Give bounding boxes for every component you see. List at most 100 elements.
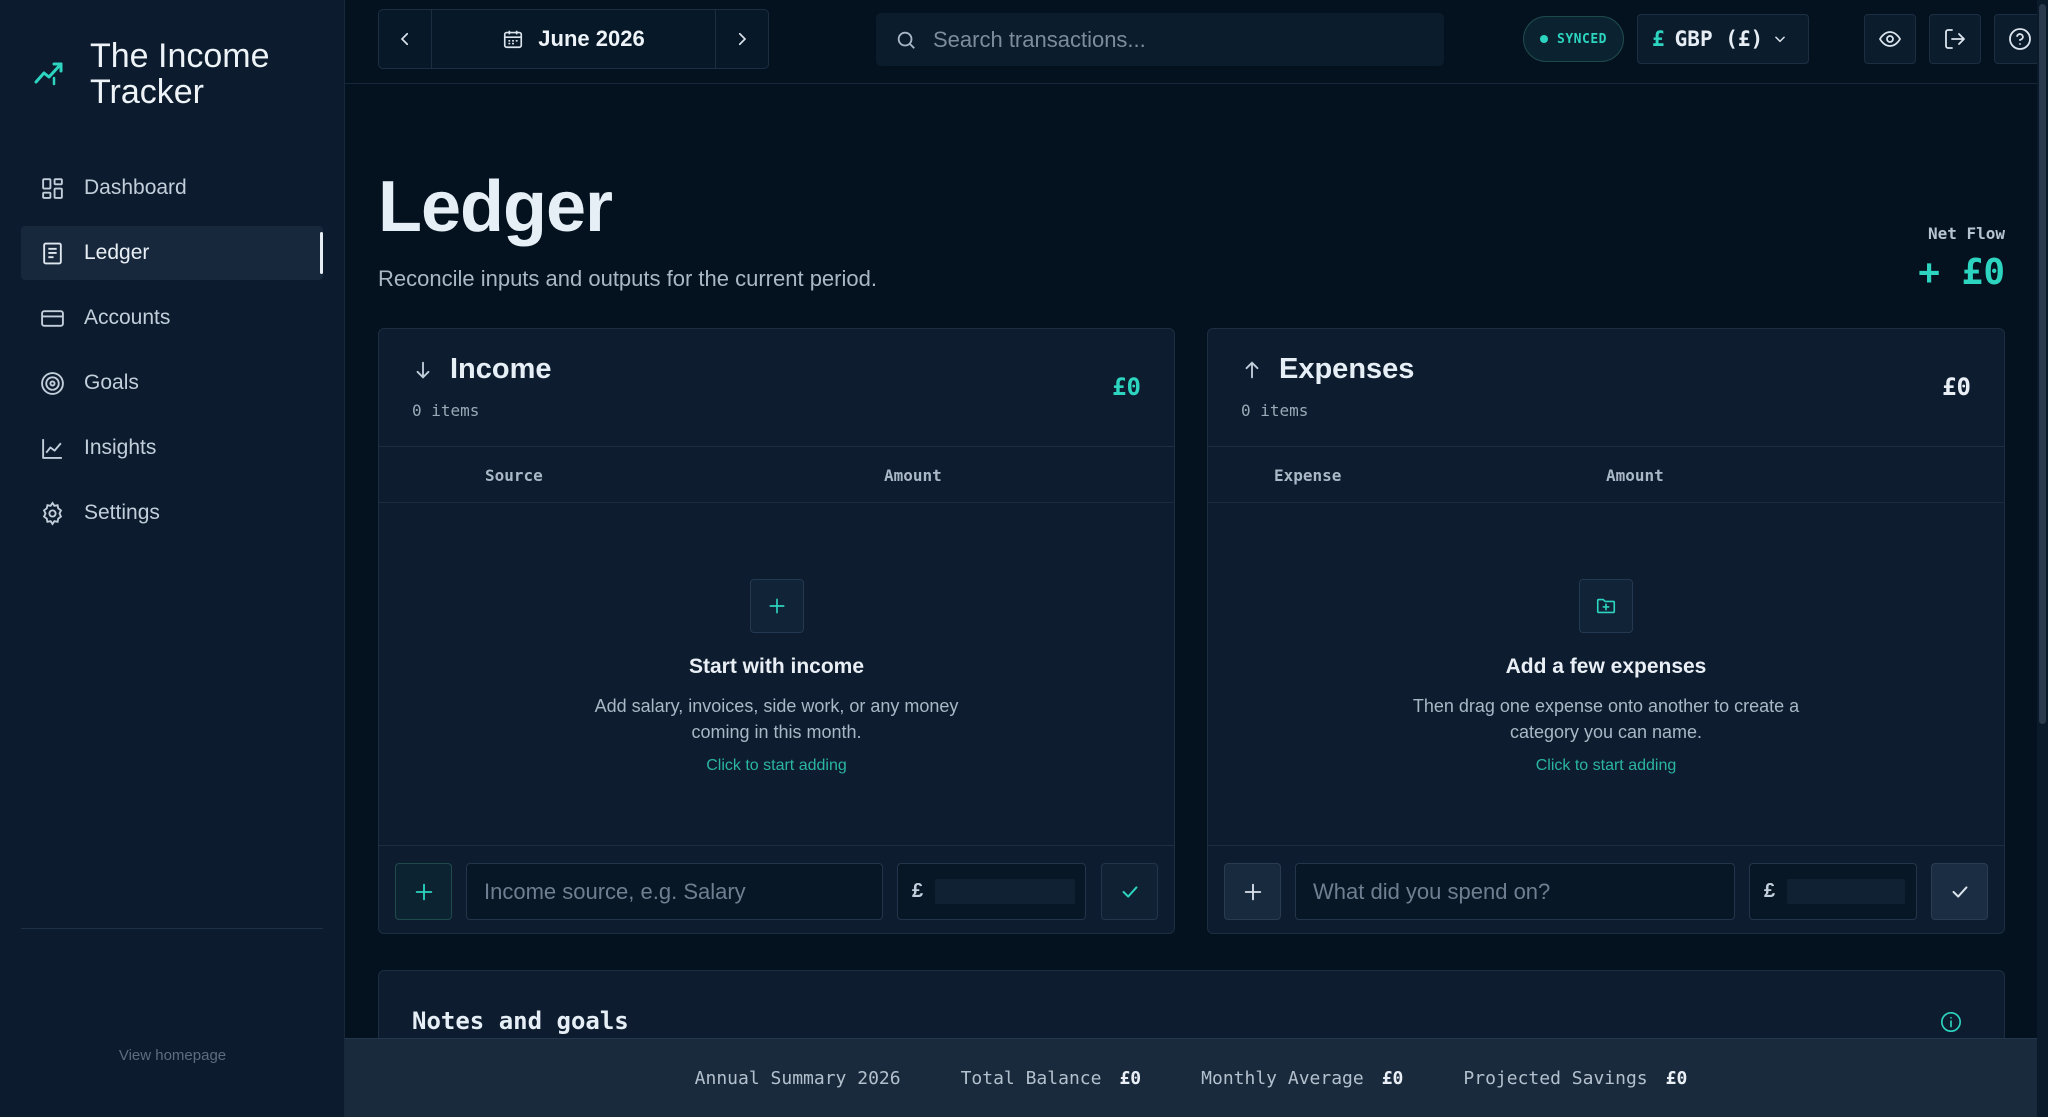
add-expense-empty-button[interactable] — [1579, 579, 1633, 633]
calendar-icon — [502, 28, 524, 50]
monthly-average-value: £0 — [1381, 1067, 1404, 1089]
status-dot — [1540, 35, 1549, 43]
logout-button[interactable] — [1929, 14, 1981, 64]
sidebar-item-label: Insights — [84, 436, 157, 459]
add-income-empty-button[interactable] — [749, 579, 804, 633]
projected-savings-label: Projected Savings — [1463, 1067, 1648, 1089]
info-icon — [1940, 1011, 1962, 1033]
confirm-expense-button[interactable] — [1931, 863, 1988, 920]
currency-symbol: £ — [1764, 880, 1776, 902]
sidebar: The Income Tracker Dashboard Ledger Acco… — [0, 0, 345, 1117]
income-empty-state: Start with income Add salary, invoices, … — [379, 579, 1174, 775]
sidebar-item-goals[interactable]: Goals — [21, 356, 323, 410]
annual-summary-label: Annual Summary 2026 — [694, 1067, 901, 1089]
search-input[interactable] — [933, 26, 1433, 53]
annual-summary-bar: Annual Summary 2026 Total Balance £0 Mont… — [345, 1038, 2037, 1117]
empty-title: Start with income — [688, 655, 865, 678]
arrow-down-icon — [412, 359, 434, 381]
confirm-income-button[interactable] — [1101, 863, 1158, 920]
start-adding-expenses-link[interactable]: Click to start adding — [1208, 757, 2004, 775]
total-balance: Total Balance £0 — [961, 1068, 1142, 1089]
income-title-text: Income — [450, 353, 552, 385]
view-homepage-link[interactable]: View homepage — [0, 1047, 345, 1064]
empty-text: Then drag one expense onto another to cr… — [1412, 696, 1800, 742]
sidebar-item-label: Settings — [84, 501, 160, 524]
income-add-row: £ — [379, 845, 1174, 933]
plus-icon — [413, 881, 435, 903]
page-subtitle: Reconcile inputs and outputs for the cur… — [378, 266, 877, 291]
app-title: The Income Tracker — [90, 37, 270, 111]
currency-symbol: £ — [912, 880, 924, 902]
page-title: Ledger — [378, 167, 613, 247]
chart-icon — [40, 436, 65, 461]
currency-select[interactable]: £ GBP (£) — [1637, 14, 1809, 64]
sync-status-text: SYNCED — [1557, 31, 1607, 47]
income-column-headers: Source Amount — [379, 447, 1174, 503]
current-month: June 2026 — [538, 26, 645, 51]
plus-icon — [767, 596, 787, 616]
add-income-button[interactable] — [395, 863, 452, 920]
expense-amount-field[interactable]: £ — [1749, 863, 1917, 920]
total-balance-value: £0 — [1119, 1067, 1142, 1089]
previous-month-button[interactable] — [379, 10, 432, 68]
chevron-down-icon — [1773, 32, 1787, 46]
expense-description-input[interactable] — [1295, 863, 1735, 920]
sidebar-nav: Dashboard Ledger Accounts Goals Insights — [21, 161, 323, 551]
month-navigator: June 2026 — [378, 9, 769, 69]
sidebar-item-label: Goals — [84, 371, 139, 394]
folder-plus-icon — [1595, 595, 1617, 617]
projected-savings: Projected Savings £0 — [1463, 1068, 1687, 1089]
chevron-left-icon — [396, 30, 414, 48]
expenses-total: £0 — [1942, 373, 1971, 401]
total-balance-label: Total Balance — [960, 1067, 1102, 1089]
projected-savings-value: £0 — [1665, 1067, 1688, 1089]
income-source-input[interactable] — [466, 863, 883, 920]
sidebar-item-settings[interactable]: Settings — [21, 486, 323, 540]
currency-symbol: £ — [1652, 27, 1665, 51]
sync-status-badge: SYNCED — [1523, 16, 1624, 62]
expenses-title: Expenses — [1241, 353, 1414, 386]
empty-title: Add a few expenses — [1505, 655, 1707, 678]
sidebar-divider — [21, 928, 323, 929]
sidebar-item-insights[interactable]: Insights — [21, 421, 323, 475]
check-icon — [1119, 881, 1141, 903]
scrollbar-thumb[interactable] — [2039, 4, 2046, 724]
sidebar-item-dashboard[interactable]: Dashboard — [21, 161, 323, 215]
gear-icon — [40, 500, 65, 526]
expenses-column-headers: Expense Amount — [1208, 447, 2004, 503]
logout-icon — [1943, 27, 1967, 51]
expenses-header: Expenses 0 items £0 — [1208, 329, 2004, 447]
income-amount-input[interactable] — [935, 879, 1076, 904]
sidebar-item-label: Dashboard — [84, 176, 187, 199]
income-total: £0 — [1112, 373, 1141, 401]
card-icon — [40, 306, 65, 331]
next-month-button[interactable] — [715, 10, 768, 68]
net-flow-label: Net Flow — [1927, 224, 2005, 243]
column-header-amount[interactable]: Amount — [1606, 466, 1664, 485]
income-count: 0 items — [412, 401, 480, 420]
currency-label: GBP (£) — [1674, 27, 1764, 51]
column-header-amount[interactable]: Amount — [884, 466, 942, 485]
expenses-empty-state: Add a few expenses Then drag one expense… — [1208, 579, 2004, 775]
add-expense-button[interactable] — [1224, 863, 1281, 920]
sidebar-item-accounts[interactable]: Accounts — [21, 291, 323, 345]
top-bar: June 2026 SYNCED £ GBP (£) — [345, 0, 2048, 84]
help-icon — [2008, 27, 2032, 51]
income-amount-field[interactable]: £ — [897, 863, 1086, 920]
expenses-panel: Expenses 0 items £0 Expense Amount Add a… — [1207, 328, 2005, 934]
start-adding-income-link[interactable]: Click to start adding — [379, 757, 1174, 775]
brand[interactable]: The Income Tracker — [34, 38, 310, 110]
month-picker[interactable]: June 2026 — [432, 10, 715, 68]
eye-icon — [1878, 27, 1902, 51]
ledger-icon — [40, 241, 65, 266]
expense-amount-input[interactable] — [1787, 879, 1906, 904]
notes-info-button[interactable] — [1940, 1011, 1962, 1033]
income-header: Income 0 items £0 — [379, 329, 1174, 447]
column-header-source[interactable]: Source — [485, 466, 543, 485]
chevron-right-icon — [733, 30, 751, 48]
column-header-expense[interactable]: Expense — [1274, 466, 1341, 485]
expenses-count: 0 items — [1241, 401, 1309, 420]
trend-up-icon — [34, 60, 64, 86]
toggle-visibility-button[interactable] — [1864, 14, 1916, 64]
sidebar-item-ledger[interactable]: Ledger — [21, 226, 323, 280]
